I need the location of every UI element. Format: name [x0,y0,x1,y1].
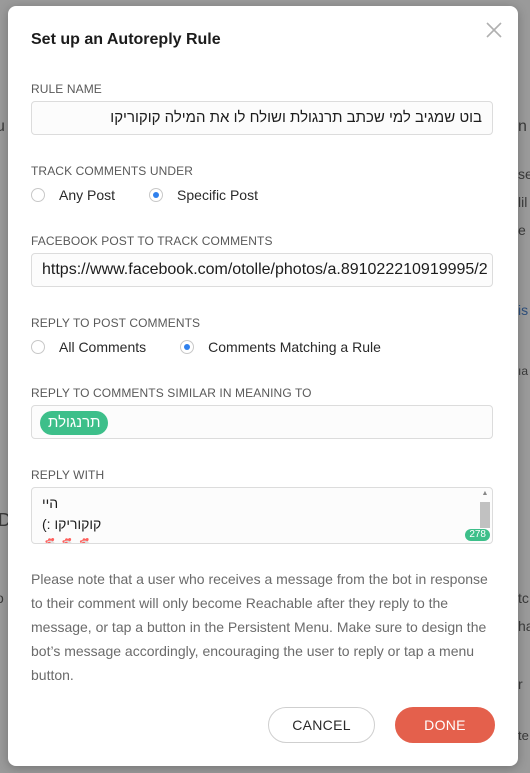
reply-line: קוקוריקו :) [42,516,102,532]
background-text: e [518,222,526,238]
reply-to-label: REPLY TO POST COMMENTS [31,316,201,330]
rule-name-input[interactable]: בוט שמגיב למי שכתב תרנגולת ושולח לו את ה… [31,101,493,135]
reply-line: היי [42,495,59,511]
all-comments-label[interactable]: All Comments [59,339,146,355]
character-counter-badge: 278 [465,529,490,541]
background-text: o [0,590,4,606]
reply-text: היי קוקוריקו :) 🐔🐔🐔 [42,493,102,543]
background-text: se [518,166,530,182]
any-post-radio[interactable] [31,188,45,202]
scroll-up-arrow-icon[interactable]: ▲ [480,490,490,498]
close-icon[interactable] [484,20,504,40]
background-text: ıa [518,364,529,378]
rule-name-label: RULE NAME [31,82,102,96]
reachable-note: Please note that a user who receives a m… [31,571,488,683]
background-text: ha [518,618,530,634]
reply-with-label: REPLY WITH [31,468,105,482]
done-button[interactable]: DONE [395,707,495,743]
background-text: te [518,728,529,743]
similar-meaning-label: REPLY TO COMMENTS SIMILAR IN MEANING TO [31,386,312,400]
reply-to-radio-group: All Comments Comments Matching a Rule [31,339,415,355]
dialog-title: Set up an Autoreply Rule [31,31,221,48]
matching-rule-label[interactable]: Comments Matching a Rule [208,339,381,355]
similar-meaning-tag-input[interactable]: תרנגולת [31,405,493,439]
specific-post-radio[interactable] [149,188,164,202]
background-text: u [0,118,5,135]
reply-line: 🐔🐔🐔 [42,535,101,543]
all-comments-radio[interactable] [31,340,45,354]
reply-with-textarea[interactable]: היי קוקוריקו :) 🐔🐔🐔 ▲ 278 [31,487,493,544]
track-comments-label: TRACK COMMENTS UNDER [31,164,194,178]
autoreply-rule-dialog: Set up an Autoreply Rule RULE NAME בוט ש… [8,6,518,766]
keyword-tag[interactable]: תרנגולת [40,411,109,435]
background-text: n [518,118,527,135]
background-link: is [518,302,529,318]
track-comments-radio-group: Any Post Specific Post [31,187,292,203]
any-post-label[interactable]: Any Post [59,187,115,203]
facebook-post-url-input[interactable]: https://www.facebook.com/otolle/photos/a… [31,253,493,287]
scrollbar-thumb[interactable] [480,502,490,528]
background-text: lil [518,194,528,210]
background-text: r [518,676,523,692]
matching-rule-radio[interactable] [180,340,195,354]
background-text: tc [518,590,529,606]
specific-post-label[interactable]: Specific Post [177,187,258,203]
facebook-post-label: FACEBOOK POST TO TRACK COMMENTS [31,234,273,248]
cancel-button[interactable]: CANCEL [268,707,375,743]
